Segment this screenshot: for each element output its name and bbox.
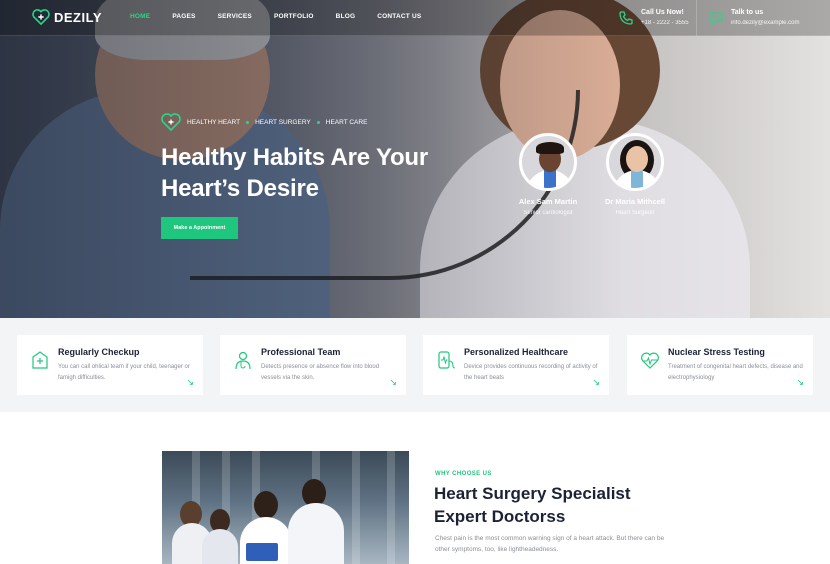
arrow-down-right-icon[interactable]: ↘ [186, 377, 194, 388]
doctor-card-maria[interactable]: Dr Maria Mithcell Heart Surgeon [595, 133, 675, 219]
avatar [606, 133, 664, 191]
feature-desc: You can call ohlical team if your child,… [58, 364, 190, 381]
about-title: Heart Surgery Specialist Expert Doctorss [434, 482, 694, 528]
brand-logo[interactable]: DEZILY [32, 9, 102, 25]
feature-title: Professional Team [261, 347, 341, 357]
phone-title: Call Us Now! [641, 9, 684, 16]
doctors-team-photo [162, 451, 409, 564]
nav-pages[interactable]: PAGES [172, 13, 195, 20]
arrow-down-right-icon[interactable]: ↘ [389, 377, 397, 388]
feature-card-team[interactable]: Professional Team Detects presence or ab… [220, 335, 406, 395]
heart-badge-icon [161, 113, 181, 131]
email-title: Talk to us [731, 9, 764, 16]
tag-dot [316, 120, 320, 124]
main-nav: HOME PAGES SERVICES PORTFOLIO BLOG CONTA… [130, 13, 443, 20]
tag-heart-surgery: HEART SURGERY [255, 118, 311, 126]
header-divider [696, 0, 697, 36]
heart-logo-icon [32, 9, 50, 25]
make-appointment-button[interactable]: Make a Appoinment [161, 217, 238, 239]
avatar [519, 133, 577, 191]
doctor-icon [235, 351, 251, 370]
chat-icon [709, 12, 723, 26]
device-icon [438, 351, 456, 369]
doctor-name: Alex Sam Martin [518, 197, 578, 206]
brand-name: DEZILY [54, 9, 103, 25]
heart-pulse-icon [641, 352, 659, 369]
feature-desc: Treatment of congenital heart defects, d… [668, 364, 803, 381]
nav-blog[interactable]: BLOG [336, 13, 356, 20]
doctor-card-alex[interactable]: Alex Sam Martin Senior cardiologist [508, 133, 588, 219]
nav-contact-us[interactable]: CONTACT US [377, 13, 421, 20]
email-address: info.dezily@example.com [731, 20, 800, 26]
tag-dot [246, 120, 250, 124]
checkup-icon [32, 351, 48, 369]
feature-card-checkup[interactable]: Regularly Checkup You can call ohlical t… [17, 335, 203, 395]
arrow-down-right-icon[interactable]: ↘ [592, 377, 600, 388]
hero-title-line1: Healthy Habits Are Your [161, 144, 429, 171]
nav-portfolio[interactable]: PORTFOLIO [274, 13, 314, 20]
arrow-down-right-icon[interactable]: ↘ [796, 377, 804, 388]
about-title-line1: Heart Surgery Specialist [434, 484, 631, 503]
doctor-role: Senior cardiologist [523, 210, 573, 216]
contact-phone[interactable]: Call Us Now! +18 - 2222 - 3555 [618, 8, 689, 28]
features-section: Regularly Checkup You can call ohlical t… [0, 318, 830, 412]
feature-card-healthcare[interactable]: Personalized Healthcare Device provides … [423, 335, 609, 395]
nav-home[interactable]: HOME [130, 13, 150, 20]
about-text: Chest pain is the most common warning si… [435, 535, 665, 553]
feature-title: Regularly Checkup [58, 347, 140, 357]
feature-title: Personalized Healthcare [464, 347, 569, 357]
hero-section: DEZILY HOME PAGES SERVICES PORTFOLIO BLO… [0, 0, 830, 318]
doctor-role: Heart Surgeon [615, 210, 655, 216]
doctor-name: Dr Maria Mithcell [604, 197, 665, 206]
hero-tags: HEALTHY HEART HEART SURGERY HEART CARE [161, 113, 367, 131]
phone-icon [619, 11, 633, 25]
hero-title-line2: Heart’s Desire [161, 175, 319, 202]
feature-title: Nuclear Stress Testing [668, 347, 765, 357]
feature-card-stress-testing[interactable]: Nuclear Stress Testing Treatment of cong… [627, 335, 813, 395]
phone-number: +18 - 2222 - 3555 [641, 20, 689, 26]
navbar: DEZILY HOME PAGES SERVICES PORTFOLIO BLO… [0, 0, 830, 36]
feature-desc: Device provides continuous recording of … [464, 364, 598, 381]
about-title-line2: Expert Doctorss [434, 507, 566, 526]
feature-desc: Detects presence or absence flow into bl… [261, 364, 380, 381]
tag-healthy-heart: HEALTHY HEART [187, 118, 241, 126]
tag-heart-care: HEART CARE [325, 118, 368, 126]
section-label: WHY CHOOSE US [435, 471, 492, 477]
hero-title: Healthy Habits Are Your Heart’s Desire [161, 142, 461, 204]
contact-email[interactable]: Talk to us info.dezily@example.com [708, 8, 799, 28]
nav-services[interactable]: SERVICES [218, 13, 252, 20]
